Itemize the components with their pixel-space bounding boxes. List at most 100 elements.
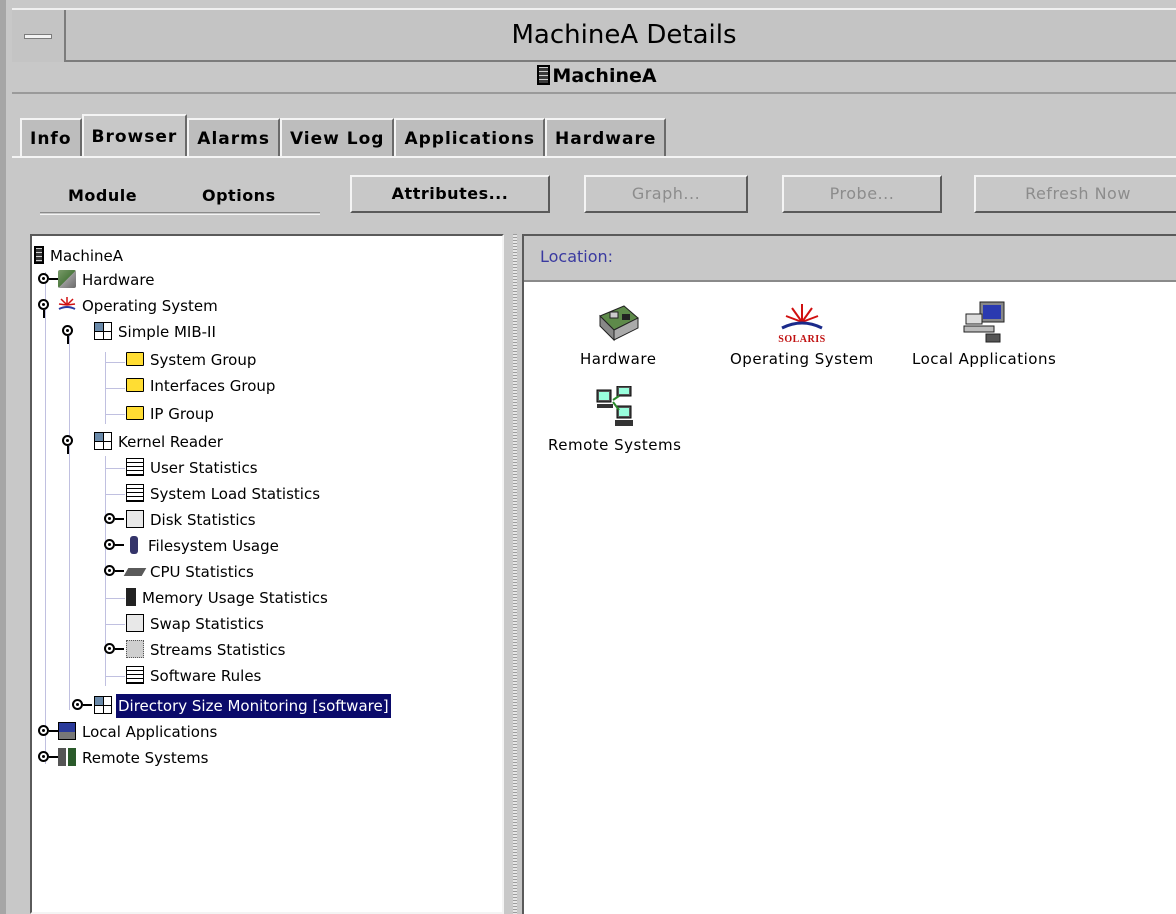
- tree-connector: [45, 272, 46, 764]
- content-item-label: Local Applications: [912, 350, 1057, 368]
- menu-divider: [40, 212, 320, 215]
- solaris-icon: SOLARIS: [778, 300, 826, 345]
- tree-item-swap-statistics[interactable]: Swap Statistics: [126, 612, 266, 636]
- table-icon: [126, 458, 144, 476]
- load-icon: [126, 666, 144, 684]
- tree-item-system-load-statistics[interactable]: System Load Statistics: [126, 482, 322, 506]
- tree-connector: [105, 624, 125, 625]
- tree-item-remote-systems[interactable]: Remote Systems: [58, 746, 210, 770]
- module-tree[interactable]: MachineA Hardware Operating System Simpl…: [30, 234, 504, 914]
- remote-systems-icon: [595, 385, 635, 430]
- solaris-icon: [58, 296, 76, 314]
- gauge-icon: [126, 614, 144, 632]
- tree-item-memory-usage-statistics[interactable]: Memory Usage Statistics: [126, 586, 330, 610]
- content-item-label: Remote Systems: [548, 436, 682, 454]
- tab-applications[interactable]: Applications: [394, 118, 546, 156]
- expand-toggle-directory-size-monitoring[interactable]: [72, 694, 94, 718]
- expand-toggle-kernel-reader[interactable]: [62, 430, 84, 454]
- solaris-logo-text: SOLARIS: [778, 334, 825, 344]
- tree-item-label: MachineA: [50, 247, 124, 265]
- tree-item-filesystem-usage[interactable]: Filesystem Usage: [126, 534, 281, 558]
- tree-item-streams-statistics[interactable]: Streams Statistics: [126, 638, 287, 662]
- tree-item-system-group[interactable]: System Group: [126, 348, 258, 372]
- tree-item-label: Remote Systems: [82, 749, 209, 767]
- expand-toggle-local-applications[interactable]: [38, 720, 60, 744]
- module-icon: [94, 696, 112, 714]
- tab-browser[interactable]: Browser: [81, 114, 188, 156]
- expand-toggle-simple-mib-ii[interactable]: [62, 320, 84, 344]
- location-label: Location:: [540, 247, 614, 266]
- expand-knob-icon: [104, 565, 115, 576]
- expand-knob-icon: [38, 751, 49, 762]
- expand-toggle-filesystem-usage[interactable]: [104, 534, 126, 558]
- tab-info[interactable]: Info: [20, 118, 82, 156]
- tree-item-disk-statistics[interactable]: Disk Statistics: [126, 508, 258, 532]
- content-item-local-applications[interactable]: Local Applications: [912, 300, 1056, 368]
- expand-toggle-remote-systems[interactable]: [38, 746, 60, 770]
- attributes-button[interactable]: Attributes...: [350, 175, 550, 213]
- applications-icon: [58, 722, 76, 740]
- module-icon: [94, 432, 112, 450]
- tree-item-cpu-statistics[interactable]: CPU Statistics: [123, 560, 256, 584]
- tree-item-hardware[interactable]: Hardware: [58, 268, 156, 292]
- expand-toggle-hardware[interactable]: [38, 268, 60, 292]
- content-item-remote-systems[interactable]: Remote Systems: [548, 385, 682, 454]
- module-icon: [94, 322, 112, 340]
- tab-bar: Info Browser Alarms View Log Application…: [20, 114, 667, 156]
- folder-icon: [126, 352, 144, 366]
- expand-knob-icon: [72, 699, 83, 710]
- tree-item-software-rules[interactable]: Software Rules: [126, 664, 263, 688]
- tree-item-label: Swap Statistics: [150, 615, 264, 633]
- tree-item-label: IP Group: [150, 405, 214, 423]
- tree-item-simple-mib-ii[interactable]: Simple MIB-II: [94, 320, 218, 344]
- tree-item-ip-group[interactable]: IP Group: [126, 402, 216, 426]
- title-bar: MachineA Details: [12, 8, 1176, 62]
- expand-toggle-disk-statistics[interactable]: [104, 508, 126, 532]
- tab-hardware[interactable]: Hardware: [545, 118, 667, 156]
- tree-connector: [105, 676, 125, 677]
- folder-icon: [126, 378, 144, 392]
- server-icon: [537, 65, 551, 85]
- tree-connector: [105, 598, 125, 599]
- tree-item-user-statistics[interactable]: User Statistics: [126, 456, 260, 480]
- content-item-label: Operating System: [730, 350, 874, 368]
- tree-item-label: System Load Statistics: [150, 485, 321, 503]
- tree-item-local-applications[interactable]: Local Applications: [58, 720, 219, 744]
- minus-icon: [24, 34, 52, 39]
- memory-icon: [126, 588, 136, 606]
- tab-view-log[interactable]: View Log: [279, 118, 395, 156]
- expand-toggle-cpu-statistics[interactable]: [104, 560, 126, 584]
- tree-item-directory-size-monitoring[interactable]: Directory Size Monitoring [software]: [94, 694, 391, 718]
- content-item-operating-system[interactable]: SOLARIS Operating System: [730, 300, 874, 368]
- probe-button[interactable]: Probe...: [782, 175, 942, 213]
- tab-alarms[interactable]: Alarms: [187, 118, 280, 156]
- tree-connector: [69, 326, 70, 710]
- module-menu[interactable]: Module: [68, 186, 137, 205]
- filesystem-icon: [130, 536, 138, 554]
- tree-item-operating-system[interactable]: Operating System: [58, 294, 220, 318]
- remote-systems-icon: [58, 748, 76, 766]
- expand-knob-icon: [38, 273, 49, 284]
- graph-button[interactable]: Graph...: [584, 175, 748, 213]
- tree-connector: [105, 388, 125, 389]
- pane-splitter[interactable]: [506, 234, 522, 914]
- expand-toggle-streams-statistics[interactable]: [104, 638, 126, 662]
- expand-knob-icon: [104, 539, 115, 550]
- folder-icon: [126, 406, 144, 420]
- expand-toggle-operating-system[interactable]: [38, 294, 60, 318]
- cpu-icon: [123, 568, 147, 576]
- tree-connector: [105, 362, 125, 363]
- tree-item-interfaces-group[interactable]: Interfaces Group: [126, 374, 277, 398]
- host-name: MachineA: [552, 65, 657, 87]
- hardware-icon: [58, 270, 76, 288]
- tree-item-label: Streams Statistics: [150, 641, 286, 659]
- refresh-now-button[interactable]: Refresh Now: [974, 175, 1176, 213]
- options-menu[interactable]: Options: [202, 186, 276, 205]
- window-menu-button[interactable]: [12, 10, 66, 62]
- tab-divider: [12, 156, 1176, 158]
- tree-item-kernel-reader[interactable]: Kernel Reader: [94, 430, 225, 454]
- tree-connector: [105, 414, 125, 415]
- tree-item-machinea[interactable]: MachineA: [34, 244, 125, 268]
- content-item-hardware[interactable]: Hardware: [580, 300, 656, 368]
- tree-item-label: Hardware: [82, 271, 155, 289]
